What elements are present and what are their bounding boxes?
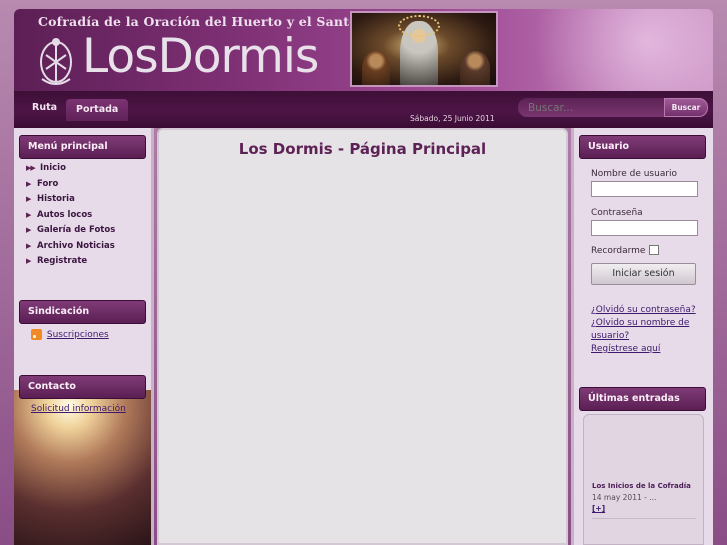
sidebar-item-label: Foro bbox=[37, 178, 59, 189]
register-link[interactable]: Regístrese aquí bbox=[591, 344, 660, 354]
sidebar-item-label: Registrate bbox=[37, 256, 88, 266]
username-label: Nombre de usuario bbox=[591, 169, 678, 179]
arrow-right-icon: ▶ bbox=[26, 241, 32, 250]
latest-entry-meta: 14 may 2011 - ... bbox=[592, 493, 657, 502]
main-menu: ▶▶ Inicio ▶ Foro ▶ Historia ▶ Autos locos ▶ G… bbox=[26, 163, 115, 272]
search-input[interactable] bbox=[518, 98, 668, 117]
sidebar-item-label: Autos locos bbox=[37, 209, 93, 220]
remember-label: Recordarme bbox=[591, 246, 646, 256]
subscriptions-link[interactable]: Suscripciones bbox=[47, 330, 109, 340]
search-box: Buscar bbox=[518, 98, 708, 117]
subscriptions-row: Suscripciones bbox=[31, 329, 109, 340]
arrow-right-icon: ▶ bbox=[26, 226, 32, 234]
password-field[interactable] bbox=[591, 220, 698, 236]
sidebar-item-label: Archivo Noticias bbox=[37, 240, 115, 251]
sidebar-item-archivo[interactable]: ▶ Archivo Noticias bbox=[26, 241, 115, 257]
sidebar-item-label: Historia bbox=[37, 194, 75, 204]
sidebar-item-label: Galería de Fotos bbox=[37, 225, 116, 235]
latest-entry-more-link[interactable]: [+] bbox=[592, 504, 605, 513]
user-module-title: Usuario bbox=[579, 135, 706, 159]
site-header: Cofradía de la Oración del Huerto y el S… bbox=[14, 9, 713, 91]
main-menu-title: Menú principal bbox=[19, 135, 146, 159]
rss-icon bbox=[31, 329, 42, 340]
tab-ruta[interactable]: Ruta bbox=[22, 97, 67, 119]
sidebar-item-label: Inicio bbox=[40, 163, 66, 173]
sidebar-item-registrate[interactable]: ▶ Registrate bbox=[26, 256, 115, 272]
arrow-right-icon: ▶ bbox=[26, 257, 32, 265]
search-button[interactable]: Buscar bbox=[664, 98, 708, 117]
top-navbar: Ruta Portada Sábado, 25 Junio 2011 Busca… bbox=[14, 91, 713, 128]
contact-info-link[interactable]: Solicitud información bbox=[31, 404, 126, 414]
arrow-right-icon: ▶ bbox=[26, 195, 32, 203]
arrow-right-icon: ▶ bbox=[26, 179, 32, 188]
sidebar-item-foro[interactable]: ▶ Foro bbox=[26, 179, 115, 195]
contact-title: Contacto bbox=[19, 375, 146, 399]
tab-portada[interactable]: Portada bbox=[66, 99, 129, 121]
crest-icon bbox=[40, 38, 72, 85]
latest-entry-title[interactable]: Los Inicios de la Cofradía bbox=[592, 482, 691, 490]
latest-entries-title: Últimas entradas bbox=[579, 387, 706, 411]
site-logo-text[interactable]: LosDormis bbox=[82, 29, 319, 85]
sidebar-item-inicio[interactable]: ▶▶ Inicio bbox=[26, 163, 115, 179]
header-photo bbox=[350, 11, 498, 87]
forgot-username-link[interactable]: ¿Olvido su nombre de usuario? bbox=[591, 318, 689, 341]
header-angel-glow bbox=[493, 9, 713, 91]
halo-icon bbox=[398, 15, 440, 37]
account-links: ¿Olvidó su contraseña? ¿Olvido su nombre… bbox=[591, 304, 703, 356]
double-arrow-icon: ▶▶ bbox=[26, 164, 36, 172]
current-date: Sábado, 25 Junio 2011 bbox=[410, 114, 495, 123]
forgot-password-link[interactable]: ¿Olvidó su contraseña? bbox=[591, 305, 696, 315]
main-content: Los Dormis - Página Principal bbox=[157, 128, 568, 545]
sidebar-item-autos-locos[interactable]: ▶ Autos locos bbox=[26, 210, 115, 226]
arrow-right-icon: ▶ bbox=[26, 210, 32, 219]
page-title: Los Dormis - Página Principal bbox=[238, 140, 487, 158]
syndication-title: Sindicación bbox=[19, 300, 146, 324]
sidebar-item-galeria[interactable]: ▶ Galería de Fotos bbox=[26, 225, 115, 241]
right-sidebar: Usuario Nombre de usuario Contraseña Rec… bbox=[571, 128, 713, 545]
password-label: Contraseña bbox=[591, 208, 643, 218]
username-field[interactable] bbox=[591, 181, 698, 197]
entry-divider bbox=[592, 518, 696, 519]
left-sidebar: Menú principal ▶▶ Inicio ▶ Foro ▶ Historia … bbox=[14, 128, 154, 545]
login-button[interactable]: Iniciar sesión bbox=[591, 263, 696, 285]
sidebar-item-historia[interactable]: ▶ Historia bbox=[26, 194, 115, 210]
latest-entries-box: Los Inicios de la Cofradía 14 may 2011 -… bbox=[583, 414, 704, 545]
remember-checkbox[interactable] bbox=[649, 245, 659, 255]
